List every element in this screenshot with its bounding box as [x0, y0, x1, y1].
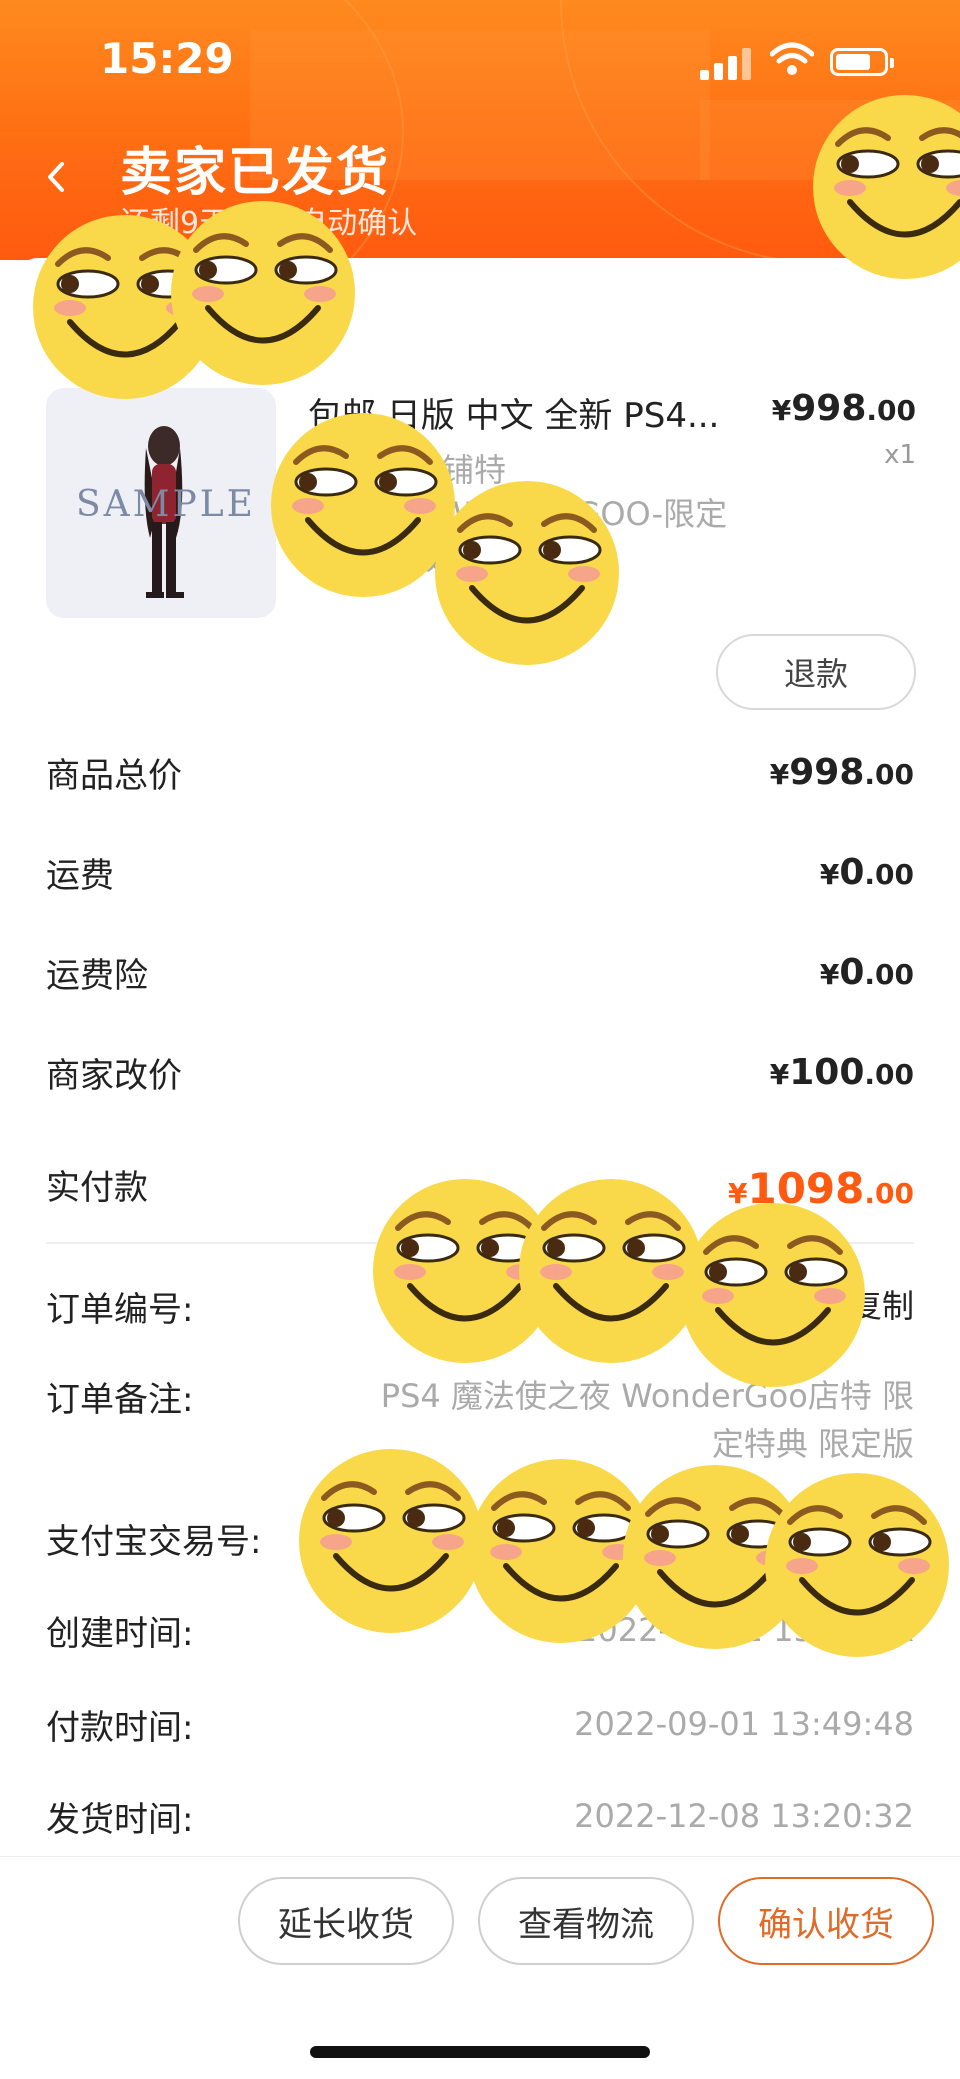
emoji-sticker: [296, 1446, 486, 1636]
back-arrow-icon[interactable]: [40, 160, 74, 194]
summary-row-shipping-insurance: 运费险 ¥0.00: [46, 952, 914, 996]
product-thumbnail[interactable]: SAMPLE: [46, 388, 276, 618]
sample-watermark: SAMPLE: [76, 484, 256, 525]
paid-time-row: 付款时间: 2022-09-01 13:49:48: [46, 1700, 914, 1750]
subtotal-value: ¥998.00: [769, 752, 914, 793]
emoji-sticker: [810, 92, 960, 282]
home-indicator[interactable]: [310, 2046, 650, 2058]
confirm-receipt-button[interactable]: 确认收货: [718, 1877, 934, 1965]
shipping-value: ¥0.00: [819, 852, 914, 893]
product-quantity: x1: [884, 440, 916, 470]
price-adjustment-value: ¥100.00: [769, 1052, 914, 1093]
battery-icon: [830, 48, 894, 76]
shipping-insurance-value: ¥0.00: [819, 952, 914, 993]
refund-button[interactable]: 退款: [716, 634, 916, 710]
paid-time-value: 2022-09-01 13:49:48: [574, 1705, 914, 1743]
signal-icon: [700, 46, 754, 80]
extend-receipt-button[interactable]: 延长收货: [238, 1877, 454, 1965]
emoji-sticker: [762, 1470, 952, 1660]
shipped-time-value: 2022-12-08 13:20:32: [574, 1797, 914, 1835]
summary-row-price-adjustment: 商家改价 ¥100.00: [46, 1052, 914, 1096]
product-price: ¥998.00: [771, 388, 916, 429]
view-logistics-button[interactable]: 查看物流: [478, 1877, 694, 1965]
status-time: 15:29: [100, 34, 234, 83]
summary-row-subtotal: 商品总价 ¥998.00: [46, 752, 914, 796]
page-title: 卖家已发货: [120, 143, 391, 203]
emoji-sticker: [678, 1200, 868, 1390]
emoji-sticker: [168, 198, 358, 388]
summary-row-shipping: 运费 ¥0.00: [46, 852, 914, 896]
shipped-time-row: 发货时间: 2022-12-08 13:20:32: [46, 1792, 914, 1842]
emoji-sticker: [268, 410, 458, 600]
wifi-icon: [770, 42, 814, 75]
emoji-sticker: [432, 478, 622, 668]
